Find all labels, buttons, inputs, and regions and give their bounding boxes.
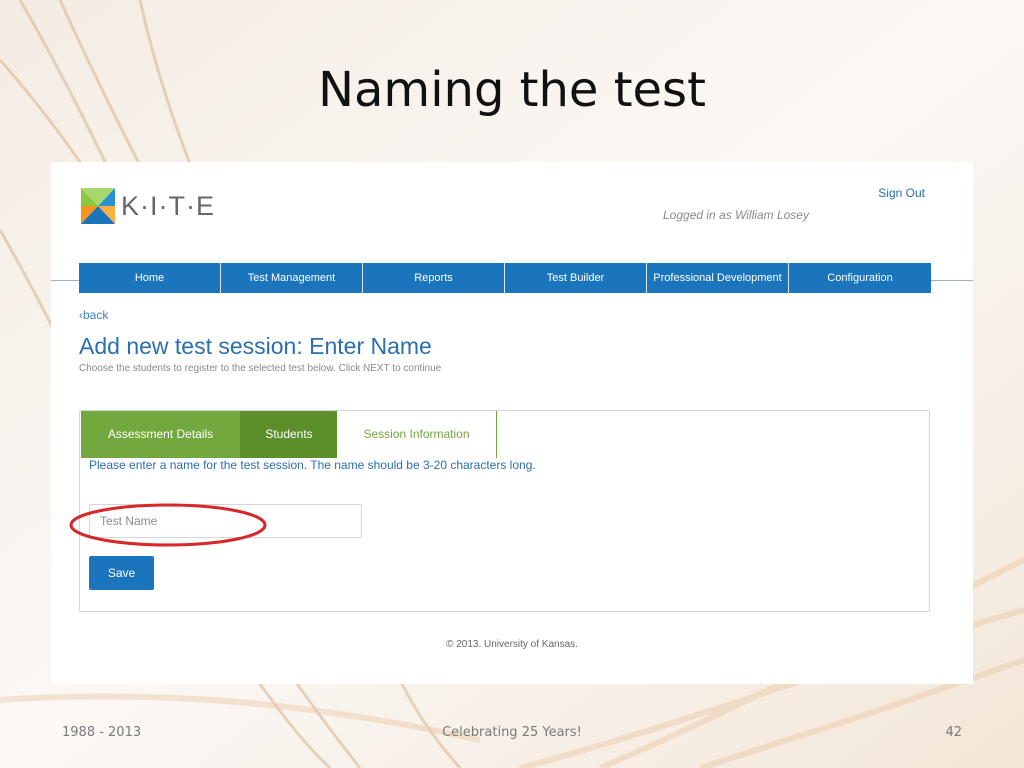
tab-assessment-details[interactable]: Assessment Details [81,411,241,458]
nav-item-reports[interactable]: Reports [363,263,505,293]
nav-item-configuration[interactable]: Configuration [789,263,931,293]
session-panel: Assessment Details Students Session Info… [79,410,930,612]
page-title: Add new test session: Enter Name [79,333,432,359]
app-screenshot: K·I·T·E Sign Out Logged in as William Lo… [51,162,973,684]
logo-text: K·I·T·E [121,190,215,221]
nav-item-home[interactable]: Home [79,263,221,293]
test-name-input[interactable] [89,504,362,538]
page-subtitle: Choose the students to register to the s… [79,363,442,374]
save-button[interactable]: Save [89,556,154,590]
main-nav: Home Test Management Reports Test Builde… [79,263,931,293]
tab-students[interactable]: Students [241,411,337,458]
back-link[interactable]: ‹back [79,308,108,322]
slide-title: Naming the test [318,62,706,118]
instructions-text: Please enter a name for the test session… [89,458,536,472]
copyright-text: © 2013. University of Kansas. [446,639,578,650]
nav-item-professional-development[interactable]: Professional Development [647,263,789,293]
nav-item-test-management[interactable]: Test Management [221,263,363,293]
kite-logo-icon [81,188,115,224]
slide-number: 42 [945,725,962,740]
nav-item-test-builder[interactable]: Test Builder [505,263,647,293]
slide-footer-caption: Celebrating 25 Years! [442,725,582,740]
wizard-tabs: Assessment Details Students Session Info… [81,411,497,458]
sign-out-link[interactable]: Sign Out [878,186,925,200]
kite-logo[interactable]: K·I·T·E [81,188,215,224]
logged-in-label: Logged in as William Losey [663,208,809,222]
tab-session-information[interactable]: Session Information [337,411,497,458]
